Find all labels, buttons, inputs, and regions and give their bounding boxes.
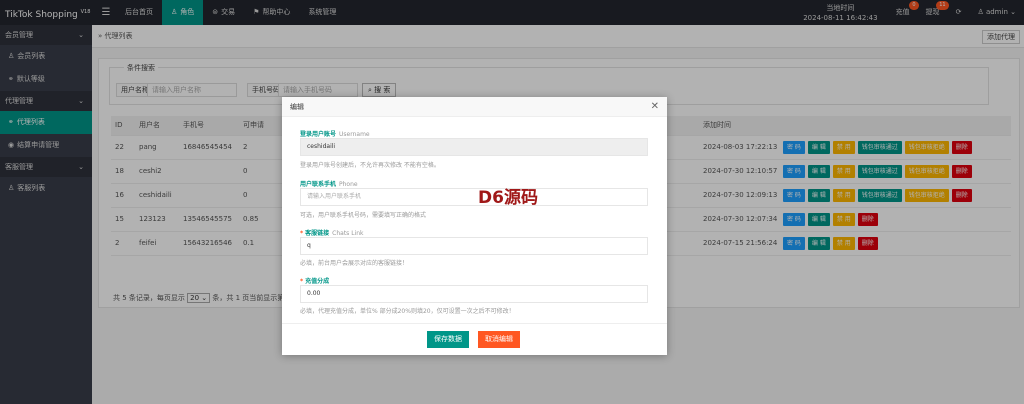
commission-field[interactable]: 0.00 bbox=[300, 285, 648, 303]
chat-link-hint: 必填，前台用户会展示对应的客服链接！ bbox=[300, 260, 409, 267]
save-button[interactable]: 保存数据 bbox=[427, 331, 469, 348]
commission-hint: 必填，代理充值分成，单位% 部分成20%则填20，仅可设置一次之后不可修改！ bbox=[300, 308, 515, 315]
watermark: D6源码 bbox=[478, 188, 538, 208]
edit-modal: 编辑 ✕ 登录用户账号 Username ceshidaili 登录用户账号创建后… bbox=[282, 97, 667, 355]
cancel-button[interactable]: 取消编辑 bbox=[478, 331, 520, 348]
chat-link-field[interactable]: q bbox=[300, 237, 648, 255]
modal-title: 编辑 bbox=[282, 97, 667, 117]
phone-field-label: 用户联系手机 Phone bbox=[300, 181, 358, 188]
chat-link-label: * 客服链接 Chats Link bbox=[300, 230, 364, 237]
close-icon[interactable]: ✕ bbox=[651, 97, 659, 117]
modal-footer: 保存数据 取消编辑 bbox=[282, 323, 667, 355]
phone-hint: 可选，用户联系手机号码，需要填写正确的格式 bbox=[300, 212, 427, 219]
username-field-label: 登录用户账号 Username bbox=[300, 131, 370, 138]
username-field[interactable]: ceshidaili bbox=[300, 138, 648, 156]
commission-label: * 充值分成 bbox=[300, 278, 330, 285]
phone-field[interactable]: 请输入用户联系手机 bbox=[300, 188, 648, 206]
username-hint: 登录用户账号创建后，不允许再次修改 不能有空格。 bbox=[300, 162, 440, 169]
